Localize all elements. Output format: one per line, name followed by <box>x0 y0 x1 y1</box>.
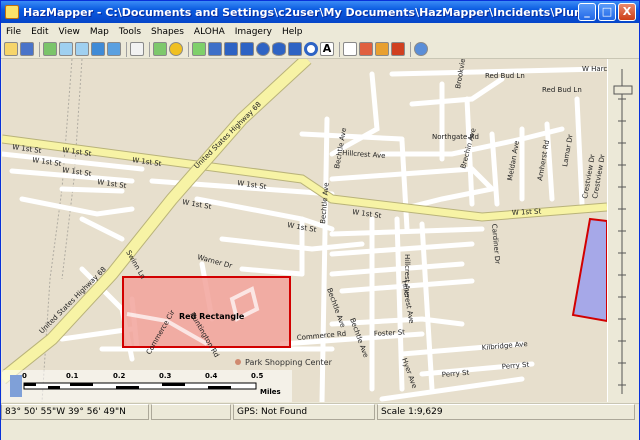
zoom-out-icon[interactable] <box>75 42 89 56</box>
line-icon[interactable] <box>208 42 222 56</box>
pointer-icon[interactable] <box>343 42 357 56</box>
menu-tools[interactable]: Tools <box>114 27 146 37</box>
scale-slider-thumb[interactable] <box>10 375 22 397</box>
toolbar-separator <box>39 41 40 57</box>
window-title: HazMapper - C:\Documents and Settings\c2… <box>23 5 578 19</box>
ring-icon[interactable] <box>304 42 318 56</box>
menu-imagery[interactable]: Imagery <box>230 27 277 37</box>
zoom-ruler[interactable] <box>608 59 640 402</box>
scale-unit-label: Miles <box>260 388 281 396</box>
scale-tick-label: 0.5 <box>251 372 264 380</box>
menu-bar: File Edit View Map Tools Shapes ALOHA Im… <box>1 23 639 40</box>
rectangle-icon[interactable] <box>224 42 238 56</box>
toolbar-separator <box>149 41 150 57</box>
menu-aloha[interactable]: ALOHA <box>189 27 230 37</box>
undo-icon[interactable] <box>107 42 121 56</box>
plume-icon[interactable] <box>359 42 373 56</box>
coordinates-readout: 83° 50' 55"W 39° 56' 49"N <box>1 404 149 420</box>
zoom-scale-strip[interactable] <box>607 59 639 402</box>
polygon-icon[interactable] <box>240 42 254 56</box>
road-label: W 1st St <box>512 207 542 217</box>
red-rectangle-label: Red Rectangle <box>179 312 245 321</box>
app-window: HazMapper - C:\Documents and Settings\c2… <box>0 0 640 440</box>
minimize-button[interactable]: _ <box>578 3 596 21</box>
zoom-extent-icon[interactable] <box>91 42 105 56</box>
open-icon[interactable] <box>4 42 18 56</box>
target-icon[interactable] <box>169 42 183 56</box>
menu-view[interactable]: View <box>54 27 85 37</box>
map-view[interactable]: Red Rectangle Park Shopping Center W 1st… <box>2 59 607 402</box>
zoom-in-icon[interactable] <box>59 42 73 56</box>
shopping-center-marker[interactable] <box>235 359 241 365</box>
erase-icon[interactable] <box>391 42 405 56</box>
ellipse-icon[interactable] <box>272 42 286 56</box>
gps-status: GPS: Not Found <box>233 404 375 420</box>
road-label: W Harc <box>582 65 607 73</box>
menu-file[interactable]: File <box>1 27 26 37</box>
toolbar-separator <box>410 41 411 57</box>
close-button[interactable]: X <box>618 3 636 21</box>
layers-icon[interactable] <box>43 42 57 56</box>
bar-icon[interactable] <box>288 42 302 56</box>
save-icon[interactable] <box>20 42 34 56</box>
status-spacer <box>151 404 231 420</box>
toolbar: A <box>1 40 639 59</box>
locate-icon[interactable] <box>153 42 167 56</box>
map-scale-readout: Scale 1:9,629 <box>377 404 635 420</box>
menu-edit[interactable]: Edit <box>26 27 53 37</box>
help-icon[interactable] <box>414 42 428 56</box>
status-bar: 83° 50' 55"W 39° 56' 49"N GPS: Not Found… <box>1 403 639 421</box>
menu-help[interactable]: Help <box>277 27 308 37</box>
scale-tick-label: 0.2 <box>113 372 126 380</box>
scale-bar <box>23 382 257 390</box>
hazmapper-app-icon <box>5 5 19 19</box>
scale-tick-label: 0 <box>22 372 27 380</box>
pencil-icon[interactable] <box>192 42 206 56</box>
maximize-button[interactable]: □ <box>598 3 616 21</box>
toolbar-separator <box>126 41 127 57</box>
scale-tick-label: 0.4 <box>205 372 218 380</box>
map-canvas[interactable]: Red Rectangle Park Shopping Center W 1st… <box>2 59 607 402</box>
road-label: Foster St <box>374 328 406 338</box>
menu-shapes[interactable]: Shapes <box>146 27 189 37</box>
pan-hand-icon[interactable] <box>130 42 144 56</box>
title-bar[interactable]: HazMapper - C:\Documents and Settings\c2… <box>1 1 639 23</box>
hazard-icon[interactable] <box>375 42 389 56</box>
scale-tick-label: 0.1 <box>66 372 79 380</box>
menu-map[interactable]: Map <box>85 27 114 37</box>
toolbar-separator <box>339 41 340 57</box>
text-icon[interactable]: A <box>320 42 334 56</box>
road-label: Red Bud Ln <box>542 86 582 94</box>
poi-label: Park Shopping Center <box>245 358 333 367</box>
road-label: Red Bud Ln <box>485 72 525 80</box>
toolbar-separator <box>188 41 189 57</box>
circle-icon[interactable] <box>256 42 270 56</box>
window-bottom <box>1 421 639 440</box>
scale-tick-label: 0.3 <box>159 372 172 380</box>
zoom-slider-thumb[interactable] <box>613 85 633 95</box>
